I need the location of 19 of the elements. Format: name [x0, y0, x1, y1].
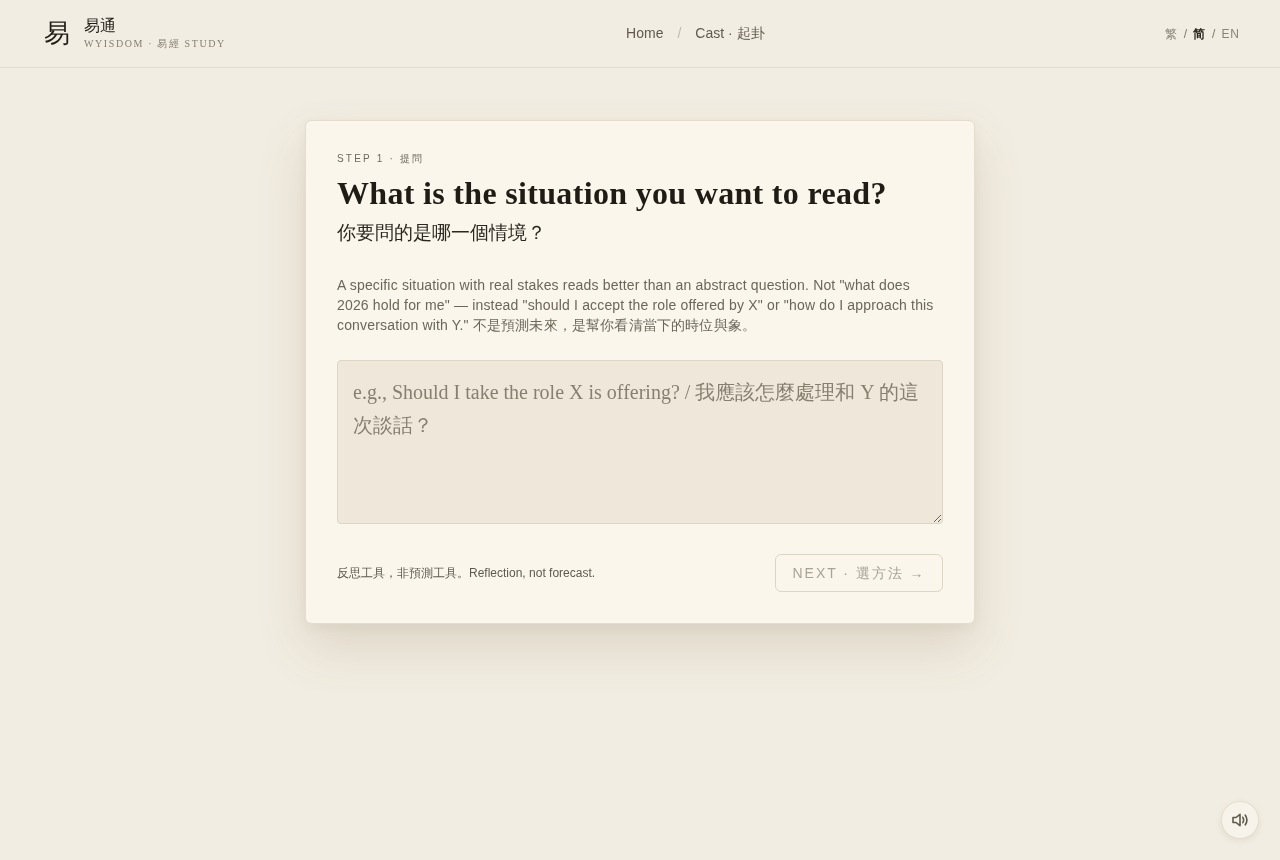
language-option[interactable]: EN [1221, 24, 1240, 43]
footer-note: 反思工具，非預測工具。Reflection, not forecast. [337, 565, 596, 583]
breadcrumb-link[interactable]: Home [626, 23, 664, 44]
sound-button[interactable] [1221, 801, 1259, 839]
logo-glyph: 易 [44, 20, 70, 47]
brand-name: 易通 [84, 17, 117, 35]
description-text: A specific situation with real stakes reads better than an abstract question. Not "what does 2026 hold for me" — instead "should I accept the role offered by X" or "how do I approach this conversation with Y." 不是預測未來，是幫你看清當下的時位與象。 [337, 276, 935, 336]
language-option[interactable]: 繁 [1164, 24, 1178, 43]
page-heading: What is the situation you want to read? [337, 175, 888, 212]
page-subheading: 你要問的是哪一個情境？ [337, 220, 547, 245]
language-separator: / [1183, 25, 1188, 43]
step-label: STEP 1 · 提問 [337, 152, 426, 166]
question-field[interactable]: e.g., Should I take the role X is offering? / 我應該怎麼處理和 Y 的這次談話？ [337, 360, 943, 525]
language-separator: / [1212, 25, 1216, 43]
language-option[interactable]: 简 [1193, 24, 1207, 43]
breadcrumb-separator: / [677, 24, 682, 43]
brand-tagline: WYISDOM · 易經 STUDY [84, 37, 226, 50]
speaker-icon [1231, 811, 1249, 829]
breadcrumb-link[interactable]: Cast · 起卦 [695, 23, 765, 44]
